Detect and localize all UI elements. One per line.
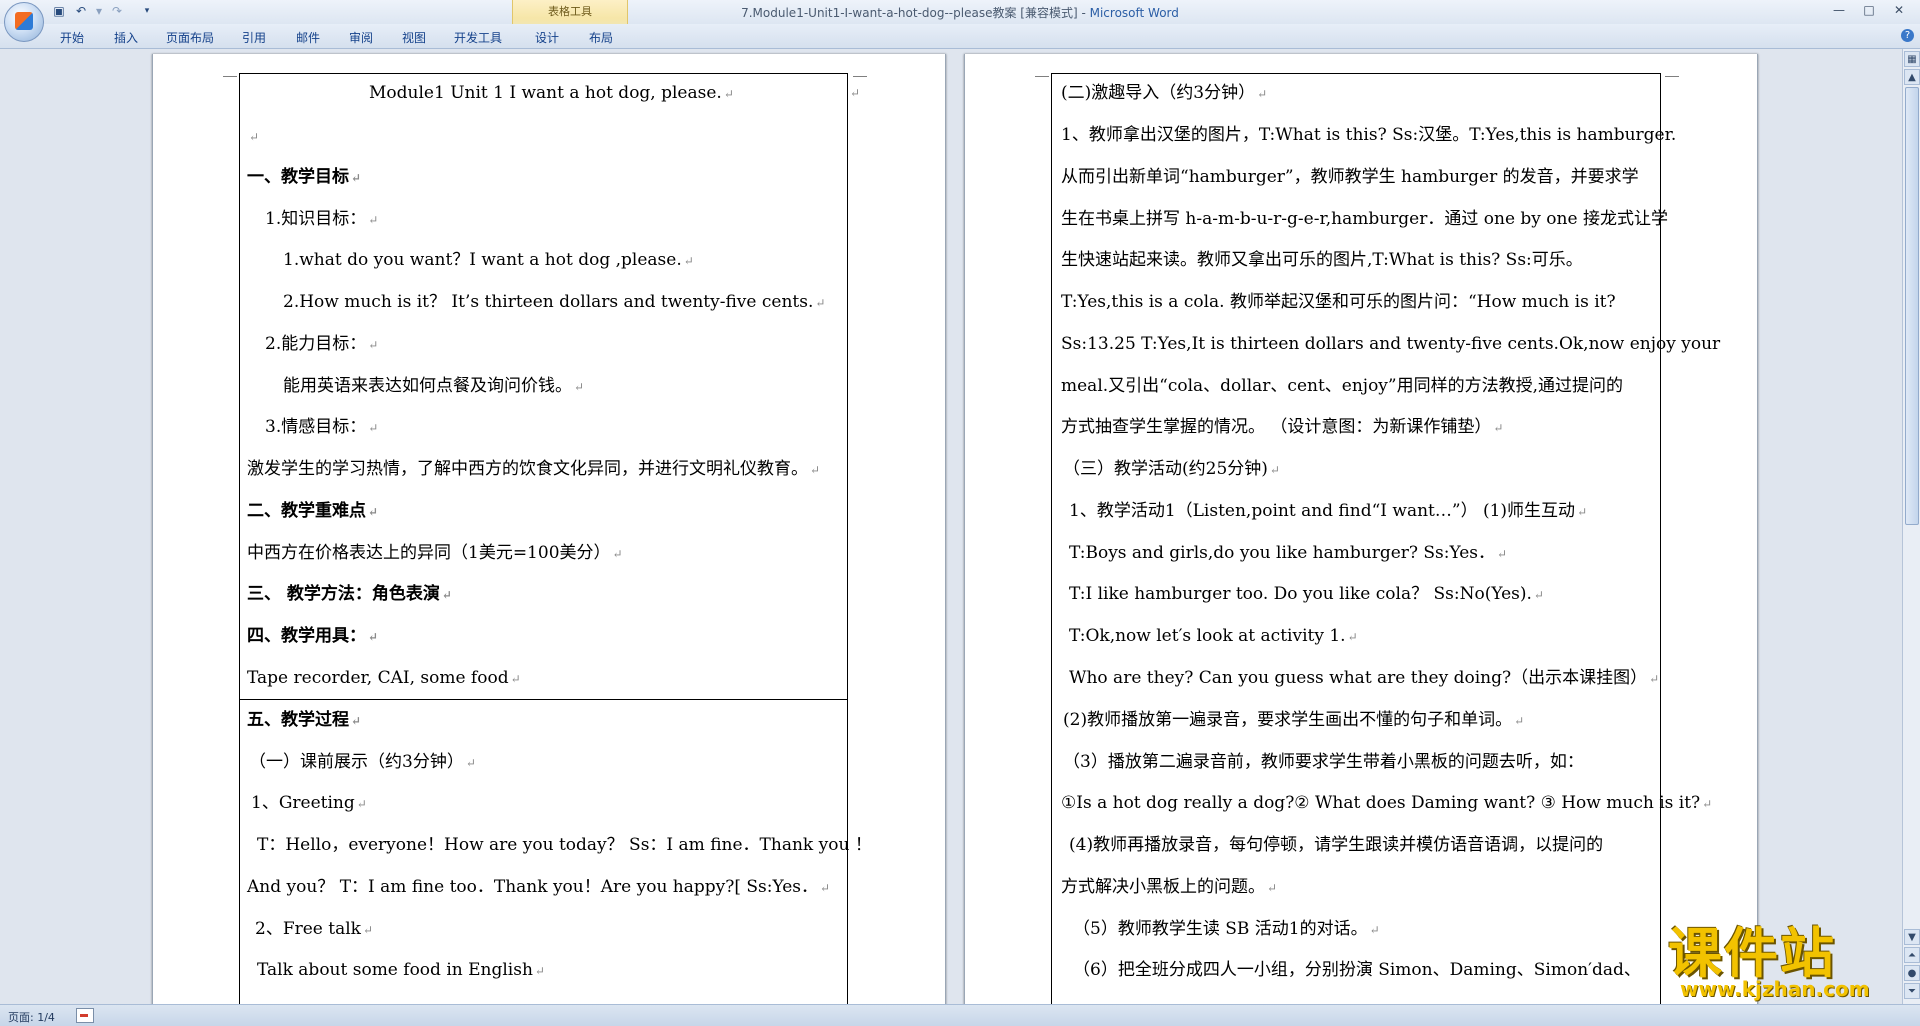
paragraph: T:I like hamburger too. Do you like cola… <box>1069 584 1544 604</box>
crop-mark <box>853 76 867 77</box>
paragraph: 1.what do you want？I want a hot dog ,ple… <box>283 250 694 270</box>
paragraph: 3.情感目标： ↵ <box>265 417 379 437</box>
paragraph: 方式抽查学生掌握的情况。 （设计意图：为新课作铺垫） ↵ <box>1061 417 1504 437</box>
paragraph: 1、Greeting ↵ <box>251 793 367 813</box>
office-button[interactable] <box>4 2 44 42</box>
select-browse-object-icon[interactable]: ● <box>1904 965 1920 981</box>
tab-review[interactable]: 审阅 <box>349 29 373 46</box>
tab-view[interactable]: 视图 <box>402 29 426 46</box>
scroll-up-icon[interactable]: ▲ <box>1904 69 1920 85</box>
paragraph: T：Hello，everyone！How are you today？ Ss：I… <box>257 835 872 855</box>
section-heading: (二)激趣导入（约3分钟） ↵ <box>1061 83 1268 103</box>
watermark-logo: 课件站 www.kjzhan.com <box>1668 925 1898 1003</box>
previous-page-icon[interactable]: ⏶ <box>1904 947 1920 963</box>
status-bar: 页面: 1/4 <box>0 1004 1920 1026</box>
document-name: 7.Module1-Unit1-I-want-a-hot-dog--please… <box>741 6 1078 20</box>
tab-design[interactable]: 设计 <box>535 29 559 46</box>
paragraph: ①Is a hot dog really a dog?② What does D… <box>1061 793 1713 813</box>
paragraph: And you？ T：I am fine too．Thank you！Are y… <box>247 877 831 897</box>
next-page-icon[interactable]: ⏷ <box>1904 983 1920 999</box>
tab-insert[interactable]: 插入 <box>114 29 138 46</box>
watermark-url: www.kjzhan.com <box>1680 977 1870 1001</box>
title-bar: ▣ ↶ ▾ ↷ ▾ 表格工具 7.Module1-Unit1-I-want-a-… <box>0 0 1920 46</box>
proofing-icon[interactable] <box>76 1008 94 1023</box>
minimize-icon[interactable]: — <box>1826 2 1852 18</box>
watermark-text: 课件站 <box>1668 922 1836 985</box>
paragraph: 能用英语来表达如何点餐及询问价钱。 ↵ <box>283 376 585 396</box>
ruler-toggle-icon[interactable]: ▦ <box>1904 51 1920 67</box>
page-title: Module1 Unit 1 I want a hot dog, please.… <box>369 83 734 103</box>
section-heading: 三、 教学方法：角色表演 ↵ <box>247 584 452 604</box>
app-name: Microsoft Word <box>1089 6 1179 20</box>
paragraph: (4)教师再播放录音，每句停顿，请学生跟读并模仿语音语调，以提问的 <box>1069 835 1604 855</box>
window-title: 7.Module1-Unit1-I-want-a-hot-dog--please… <box>0 4 1920 21</box>
help-icon[interactable]: ? <box>1901 29 1914 42</box>
paragraph: 中西方在价格表达上的异同（1美元=100美分） ↵ <box>247 543 623 563</box>
paragraph: （6）把全班分成四人一小组，分别扮演 Simon、Daming、Simon′da… <box>1073 960 1641 980</box>
paragraph: meal.又引出“cola、dollar、cent、enjoy”用同样的方法教授… <box>1061 376 1624 396</box>
ribbon-tab-bar: 开始 插入 页面布局 引用 邮件 审阅 视图 开发工具 设计 布局 ? <box>0 24 1920 49</box>
paragraph: T:Ok,now let′s look at activity 1. ↵ <box>1069 626 1358 646</box>
tab-page-layout[interactable]: 页面布局 <box>166 29 214 46</box>
page-count[interactable]: 页面: 1/4 <box>8 1009 55 1025</box>
end-of-cell-mark: ↵ <box>850 86 861 100</box>
tab-home[interactable]: 开始 <box>60 29 84 46</box>
paragraph: 生快速站起来读。教师又拿出可乐的图片,T:What is this? Ss:可乐… <box>1061 250 1583 270</box>
scroll-down-icon[interactable]: ▼ <box>1904 929 1920 945</box>
paragraph: 1、教师拿出汉堡的图片，T:What is this? Ss:汉堡。T:Yes,… <box>1061 125 1677 145</box>
paragraph: 方式解决小黑板上的问题。 ↵ <box>1061 877 1278 897</box>
vertical-scrollbar[interactable]: ▦ ▲ ▼ ⏶ ● ⏷ <box>1902 49 1920 1004</box>
paragraph: （3）播放第二遍录音前，教师要求学生带着小黑板的问题去听，如： <box>1063 752 1584 772</box>
paragraph: 2.能力目标： ↵ <box>265 334 379 354</box>
paragraph: T:Yes,this is a cola. 教师举起汉堡和可乐的图片问：“How… <box>1061 292 1616 312</box>
maximize-icon[interactable]: □ <box>1856 2 1882 18</box>
paragraph: Ss:13.25 T:Yes,It is thirteen dollars an… <box>1061 334 1721 354</box>
document-page-2[interactable]: (二)激趣导入（约3分钟） ↵ 1、教师拿出汉堡的图片，T:What is thi… <box>964 54 1758 1004</box>
tab-mailings[interactable]: 邮件 <box>296 29 320 46</box>
section-heading: （三）教学活动(约25分钟) ↵ <box>1063 459 1280 479</box>
section-heading: 二、教学重难点 ↵ <box>247 501 379 521</box>
section-heading: 四、教学用具： ↵ <box>247 626 379 646</box>
document-page-1[interactable]: ↵ Module1 Unit 1 I want a hot dog, pleas… <box>152 54 946 1004</box>
paragraph: （一）课前展示（约3分钟） ↵ <box>249 752 476 772</box>
paragraph: Who are they? Can you guess what are the… <box>1069 668 1660 688</box>
tab-layout[interactable]: 布局 <box>589 29 613 46</box>
paragraph: (2)教师播放第一遍录音，要求学生画出不懂的句子和单词。 ↵ <box>1063 710 1525 730</box>
paragraph: T:Boys and girls,do you like hamburger? … <box>1069 543 1508 563</box>
paragraph: 生在书桌上拼写 h-a-m-b-u-r-g-e-r,hamburger．通过 o… <box>1061 209 1668 229</box>
crop-mark <box>1035 76 1049 77</box>
paragraph: 激发学生的学习热情，了解中西方的饮食文化异同，并进行文明礼仪教育。 ↵ <box>247 459 821 479</box>
crop-mark <box>1665 76 1679 77</box>
scrollbar-thumb[interactable] <box>1905 87 1919 525</box>
section-heading: 五、教学过程 ↵ <box>247 710 362 730</box>
tab-developer[interactable]: 开发工具 <box>454 29 502 46</box>
document-workspace: ↵ Module1 Unit 1 I want a hot dog, pleas… <box>0 49 1902 1004</box>
paragraph: Talk about some food in English ↵ <box>257 960 545 980</box>
office-logo-icon <box>15 12 33 30</box>
paragraph: 1、教学活动1（Listen,point and find“I want…”） … <box>1069 501 1588 521</box>
close-icon[interactable]: ✕ <box>1886 2 1912 18</box>
paragraph: 2、Free talk ↵ <box>255 919 374 939</box>
section-heading: 一、教学目标 ↵ <box>247 167 362 187</box>
paragraph: 1.知识目标： ↵ <box>265 209 379 229</box>
paragraph: 2.How much is it？ It’s thirteen dollars … <box>283 292 826 312</box>
empty-paragraph-mark: ↵ <box>249 130 260 144</box>
paragraph: Tape recorder, CAI, some food ↵ <box>247 668 521 688</box>
title-separator: - <box>1077 6 1090 20</box>
paragraph: 从而引出新单词“hamburger”，教师教学生 hamburger 的发音，并… <box>1061 167 1639 187</box>
tab-references[interactable]: 引用 <box>242 29 266 46</box>
crop-mark <box>223 76 237 77</box>
table-row-divider <box>239 699 847 700</box>
paragraph: （5）教师教学生读 SB 活动1的对话。 ↵ <box>1073 919 1380 939</box>
